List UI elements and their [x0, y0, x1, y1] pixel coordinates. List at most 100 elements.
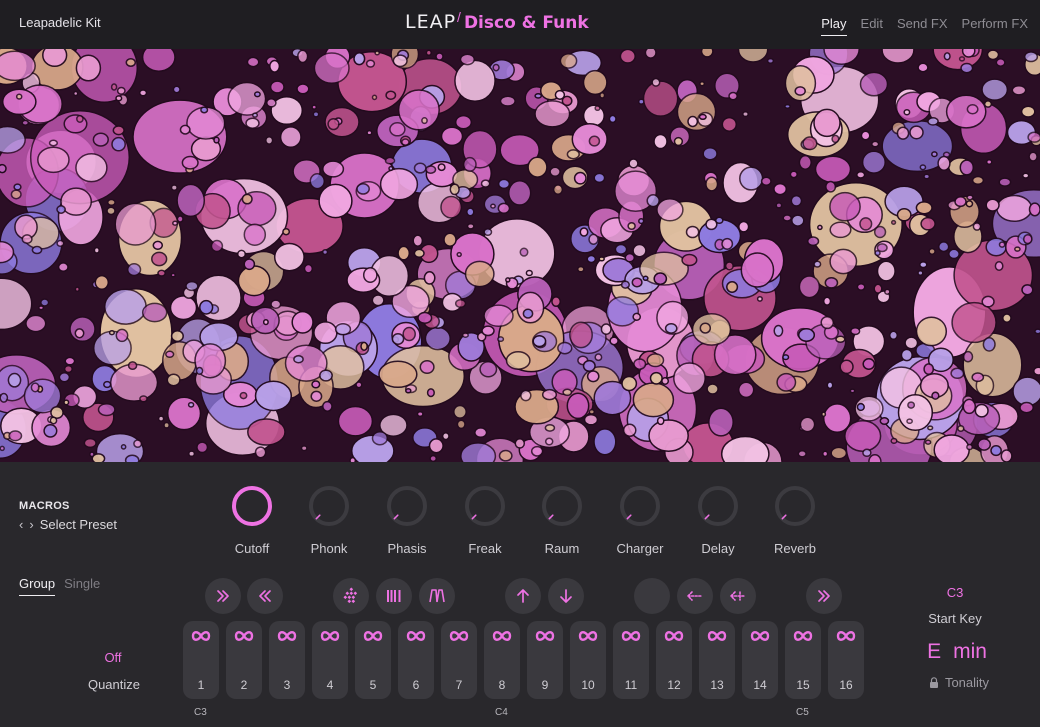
macros-label: MACROS — [19, 500, 70, 512]
scale-display[interactable]: Emin — [910, 640, 1004, 664]
scale-key[interactable]: E — [927, 640, 941, 663]
infinity-icon — [750, 631, 770, 641]
macro-knob-raum[interactable]: Raum — [527, 484, 597, 556]
fast-forward-alt-button[interactable] — [806, 578, 842, 614]
pad-5[interactable]: 5 — [355, 621, 391, 699]
knob-dial-icon[interactable] — [463, 484, 507, 528]
arrow-down-button[interactable] — [548, 578, 584, 614]
pad-number: 16 — [839, 678, 853, 692]
pad-8[interactable]: 8 — [484, 621, 520, 699]
infinity-icon — [449, 631, 469, 641]
macro-knob-phasis[interactable]: Phasis — [372, 484, 442, 556]
macro-knob-cutoff[interactable]: Cutoff — [217, 484, 287, 556]
pad-9[interactable]: 9 — [527, 621, 563, 699]
rewind-icon — [259, 590, 271, 602]
start-key-value[interactable]: C3 — [930, 585, 980, 600]
pad-16[interactable]: 16 — [828, 621, 864, 699]
tab-group[interactable]: Group — [19, 576, 56, 596]
macro-knob-charger[interactable]: Charger — [605, 484, 675, 556]
tab-single[interactable]: Single — [64, 576, 100, 596]
pad-2[interactable]: 2 — [226, 621, 262, 699]
infinity-icon — [578, 631, 598, 641]
note-label-c3: C3 — [194, 707, 207, 718]
reverse-left-button[interactable] — [677, 578, 713, 614]
infinity-icon — [406, 631, 426, 641]
fast-forward-alt-icon — [818, 590, 830, 602]
pad-number: 1 — [197, 678, 205, 692]
pad-number: 13 — [710, 678, 724, 692]
knob-dial-icon[interactable] — [230, 484, 274, 528]
pad-11[interactable]: 11 — [613, 621, 649, 699]
pad-12[interactable]: 12 — [656, 621, 692, 699]
envelope-icon — [429, 589, 445, 603]
fast-forward-button[interactable] — [205, 578, 241, 614]
start-key-label: Start Key — [928, 611, 982, 626]
preset-label[interactable]: Select Preset — [40, 517, 117, 532]
infinity-icon — [320, 631, 340, 641]
arrow-up-button[interactable] — [505, 578, 541, 614]
pad-10[interactable]: 10 — [570, 621, 606, 699]
tonality-toggle[interactable]: Tonality — [914, 675, 1004, 690]
nav-perform-fx[interactable]: Perform FX — [962, 16, 1028, 36]
knob-dial-icon[interactable] — [696, 484, 740, 528]
nav-send-fx[interactable]: Send FX — [897, 16, 948, 36]
kit-name: Leapadelic Kit — [19, 15, 101, 30]
knob-dial-icon[interactable] — [618, 484, 662, 528]
pad-7[interactable]: 7 — [441, 621, 477, 699]
pad-number: 15 — [796, 678, 810, 692]
pad-number: 9 — [541, 678, 549, 692]
swap-icon — [642, 586, 662, 606]
prev-preset-icon[interactable]: ‹ — [19, 517, 23, 532]
pad-3[interactable]: 3 — [269, 621, 305, 699]
grid-diamond-button[interactable] — [333, 578, 369, 614]
scale-mode[interactable]: min — [953, 640, 987, 663]
knob-dial-icon[interactable] — [773, 484, 817, 528]
reverse-left-alt-button[interactable] — [720, 578, 756, 614]
top-bar: Leapadelic Kit LEAP / Disco & Funk Play … — [0, 0, 1040, 49]
swap-button[interactable] — [634, 578, 670, 614]
pad-number: 7 — [455, 678, 463, 692]
macro-knob-freak[interactable]: Freak — [450, 484, 520, 556]
pad-15[interactable]: 15 — [785, 621, 821, 699]
knob-dial-icon[interactable] — [307, 484, 351, 528]
preset-selector[interactable]: ‹ › Select Preset — [19, 517, 117, 532]
reverse-left-icon — [687, 591, 703, 601]
product-logo: LEAP / Disco & Funk — [405, 9, 589, 35]
quantize-label: Quantize — [87, 677, 141, 692]
bars-button[interactable] — [376, 578, 412, 614]
pad-number: 3 — [283, 678, 291, 692]
knob-label: Raum — [544, 541, 580, 556]
grid-diamond-icon — [343, 587, 358, 604]
next-preset-icon[interactable]: › — [29, 517, 33, 532]
macro-knob-phonk[interactable]: Phonk — [294, 484, 364, 556]
infinity-icon — [707, 631, 727, 641]
rewind-button[interactable] — [247, 578, 283, 614]
play-panel: MACROS ‹ › Select Preset Cutoff Phonk Phas… — [0, 462, 1040, 727]
note-label-c4: C4 — [495, 707, 508, 718]
pad-13[interactable]: 13 — [699, 621, 735, 699]
macro-knob-reverb[interactable]: Reverb — [760, 484, 830, 556]
macro-knob-delay[interactable]: Delay — [683, 484, 753, 556]
nav-edit[interactable]: Edit — [861, 16, 883, 36]
pad-6[interactable]: 6 — [398, 621, 434, 699]
arrow-down-icon — [560, 589, 572, 603]
artwork-image — [0, 49, 1040, 462]
nav-play[interactable]: Play — [821, 16, 847, 36]
pad-number: 12 — [667, 678, 681, 692]
knob-dial-icon[interactable] — [385, 484, 429, 528]
envelope-button[interactable] — [419, 578, 455, 614]
quantize-value[interactable]: Off — [96, 650, 130, 665]
pad-number: 11 — [624, 678, 638, 692]
knob-dial-icon[interactable] — [540, 484, 584, 528]
pad-14[interactable]: 14 — [742, 621, 778, 699]
infinity-icon — [664, 631, 684, 641]
infinity-icon — [191, 631, 211, 641]
reverse-left-alt-icon — [730, 591, 746, 601]
pad-1[interactable]: 1 — [183, 621, 219, 699]
logo-title: Disco & Funk — [463, 13, 589, 33]
logo-brand: LEAP — [405, 11, 457, 33]
knob-label: Cutoff — [234, 541, 270, 556]
logo-slash-icon: / — [457, 9, 461, 25]
pad-4[interactable]: 4 — [312, 621, 348, 699]
pad-number: 8 — [498, 678, 506, 692]
